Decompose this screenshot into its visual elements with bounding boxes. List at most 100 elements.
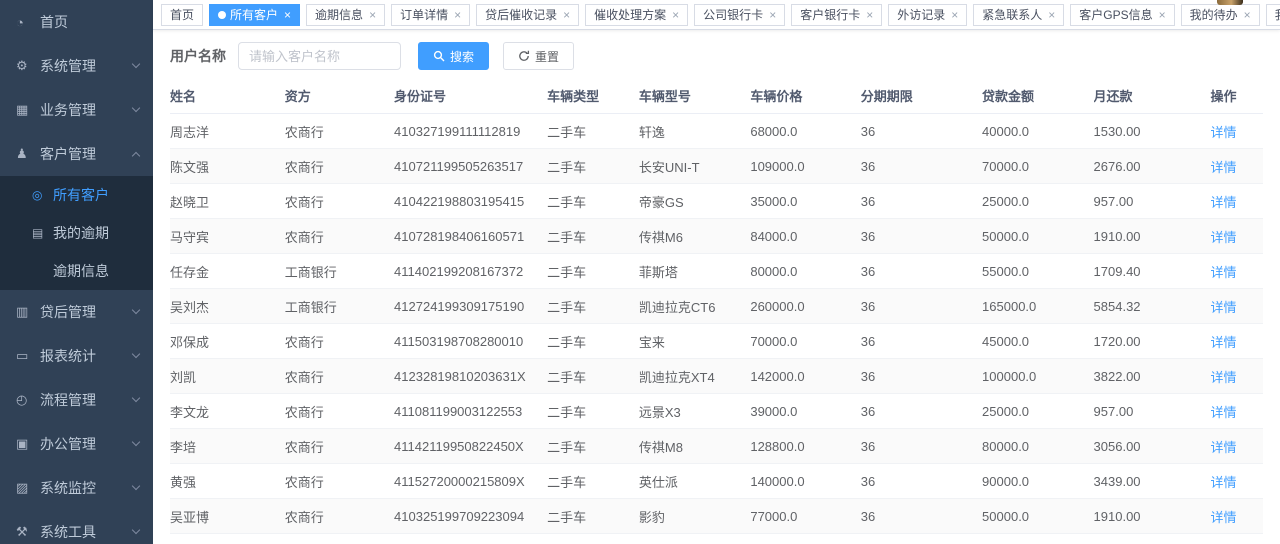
- book-icon: ▤: [32, 226, 53, 240]
- table-cell: 凯迪拉克CT6: [639, 289, 750, 324]
- sidebar-item-系统监控[interactable]: ▨系统监控: [0, 466, 153, 510]
- detail-link[interactable]: 详情: [1210, 440, 1236, 455]
- sidebar-item-label: 系统工具: [40, 522, 96, 542]
- close-icon[interactable]: ×: [563, 9, 570, 21]
- grid-icon: ▦: [16, 102, 40, 118]
- table-cell: 36: [861, 114, 982, 149]
- detail-link[interactable]: 详情: [1210, 125, 1236, 140]
- close-icon[interactable]: ×: [1048, 9, 1055, 21]
- table-cell: 411503198708280010: [394, 324, 547, 359]
- detail-link[interactable]: 详情: [1210, 510, 1236, 525]
- gear-icon: ⚙: [16, 58, 40, 74]
- sidebar-subitem-逾期信息[interactable]: 逾期信息: [0, 252, 153, 290]
- sidebar-item-系统管理[interactable]: ⚙系统管理: [0, 44, 153, 88]
- tab-我的待办[interactable]: 我的待办×: [1181, 4, 1260, 26]
- table-cell: 二手车: [547, 219, 639, 254]
- tab-公司银行卡[interactable]: 公司银行卡 ×: [694, 4, 785, 26]
- tab-label: 公司银行卡: [703, 6, 763, 23]
- detail-link[interactable]: 详情: [1210, 195, 1236, 210]
- table-cell: 传祺M6: [639, 219, 750, 254]
- table-cell: 68000.0: [750, 114, 860, 149]
- column-header-贷款金额: 贷款金额: [982, 86, 1093, 114]
- table-cell: 农商行: [285, 149, 394, 184]
- sidebar-item-系统工具[interactable]: ⚒系统工具: [0, 510, 153, 544]
- table-cell: 70000.0: [750, 324, 860, 359]
- sidebar-subitem-label: 所有客户: [53, 185, 109, 205]
- sidebar-item-贷后管理[interactable]: ▥贷后管理: [0, 290, 153, 334]
- sidebar-subitem-我的逾期[interactable]: ▤我的逾期: [0, 214, 153, 252]
- table-row: 刘凯农商行41232819810203631X二手车凯迪拉克XT4142000.…: [170, 359, 1263, 394]
- flow-icon: ◴: [16, 392, 40, 408]
- sidebar-item-流程管理[interactable]: ◴流程管理: [0, 378, 153, 422]
- table-cell: 3056.00: [1094, 429, 1211, 464]
- table-cell: 李文龙: [170, 394, 285, 429]
- table-cell: 3822.00: [1094, 359, 1211, 394]
- tab-催收处理方案[interactable]: 催收处理方案×: [585, 4, 688, 26]
- table-cell: 411081199003122553: [394, 394, 547, 429]
- chevron-down-icon: [132, 438, 140, 446]
- refresh-icon: [518, 50, 530, 62]
- table-cell: 1910.00: [1094, 219, 1211, 254]
- detail-link[interactable]: 详情: [1210, 300, 1236, 315]
- table-cell: 957.00: [1094, 394, 1211, 429]
- sidebar: ◔首页⚙系统管理▦业务管理♟客户管理◎所有客户▤我的逾期逾期信息▥贷后管理▭报表…: [0, 0, 153, 544]
- table-cell: 农商行: [285, 394, 394, 429]
- avatar[interactable]: [1217, 0, 1243, 5]
- column-header-姓名: 姓名: [170, 86, 285, 114]
- close-icon[interactable]: ×: [369, 9, 376, 21]
- detail-link[interactable]: 详情: [1210, 230, 1236, 245]
- detail-link[interactable]: 详情: [1210, 405, 1236, 420]
- table-row: 陈文强农商行410721199505263517二手车长安UNI-T109000…: [170, 149, 1263, 184]
- table-cell: 41232819810203631X: [394, 359, 547, 394]
- table-cell: 410728198406160571: [394, 219, 547, 254]
- tab-外访记录[interactable]: 外访记录 ×: [888, 4, 967, 26]
- sidebar-item-办公管理[interactable]: ▣办公管理: [0, 422, 153, 466]
- sidebar-subitem-所有客户[interactable]: ◎所有客户: [0, 176, 153, 214]
- tab-客户GPS信息[interactable]: 客户GPS信息×: [1070, 4, 1174, 26]
- detail-link[interactable]: 详情: [1210, 335, 1236, 350]
- tab-紧急联系人[interactable]: 紧急联系人×: [973, 4, 1064, 26]
- reset-button[interactable]: 重置: [503, 42, 574, 70]
- table-cell: 410325199709223094: [394, 499, 547, 534]
- table-cell: 吴亚博: [170, 499, 285, 534]
- tab-订单详情[interactable]: 订单详情×: [391, 4, 470, 26]
- table-cell: 36: [861, 429, 982, 464]
- close-icon[interactable]: ×: [672, 9, 679, 21]
- detail-link[interactable]: 详情: [1210, 160, 1236, 175]
- sidebar-item-首页[interactable]: ◔首页: [0, 0, 153, 44]
- app-window: ◔首页⚙系统管理▦业务管理♟客户管理◎所有客户▤我的逾期逾期信息▥贷后管理▭报表…: [0, 0, 1280, 544]
- tab-首页[interactable]: 首页: [161, 4, 203, 26]
- sidebar-item-报表统计[interactable]: ▭报表统计: [0, 334, 153, 378]
- actions-cell: 详情: [1210, 464, 1263, 499]
- table-cell: 35000.0: [750, 184, 860, 219]
- detail-link[interactable]: 详情: [1210, 370, 1236, 385]
- tools-icon: ⚒: [16, 524, 40, 540]
- close-icon[interactable]: ×: [284, 9, 291, 21]
- tab-逾期信息[interactable]: 逾期信息×: [306, 4, 385, 26]
- close-icon[interactable]: ×: [1244, 9, 1251, 21]
- tab-客户银行卡[interactable]: 客户银行卡×: [791, 4, 882, 26]
- sidebar-item-客户管理[interactable]: ♟客户管理: [0, 132, 153, 176]
- close-icon[interactable]: ×: [951, 9, 958, 21]
- search-form: 用户名称 搜索: [170, 42, 1263, 70]
- detail-link[interactable]: 详情: [1210, 475, 1236, 490]
- target-icon: ◎: [32, 188, 53, 202]
- search-input[interactable]: [238, 42, 401, 70]
- sidebar-item-业务管理[interactable]: ▦业务管理: [0, 88, 153, 132]
- tab-贷后催收记录[interactable]: 贷后催收记录×: [476, 4, 579, 26]
- table-cell: 36: [861, 219, 982, 254]
- table-cell: 80000.0: [750, 254, 860, 289]
- table-cell: 轩逸: [639, 114, 750, 149]
- close-icon[interactable]: ×: [1159, 9, 1166, 21]
- table-cell: 77000.0: [750, 499, 860, 534]
- close-icon[interactable]: ×: [454, 9, 461, 21]
- close-icon[interactable]: ×: [769, 9, 776, 21]
- detail-link[interactable]: 详情: [1210, 265, 1236, 280]
- tab-label: 外访记录: [897, 6, 945, 23]
- table-cell: 140000.0: [750, 464, 860, 499]
- search-button[interactable]: 搜索: [418, 42, 489, 70]
- close-icon[interactable]: ×: [866, 9, 873, 21]
- table-header-row: 姓名资方身份证号车辆类型车辆型号车辆价格分期期限贷款金额月还款操作: [170, 86, 1263, 114]
- tab-所有客户[interactable]: 所有客户×: [209, 4, 300, 26]
- tab-我的流程[interactable]: 我的流程×: [1266, 4, 1280, 26]
